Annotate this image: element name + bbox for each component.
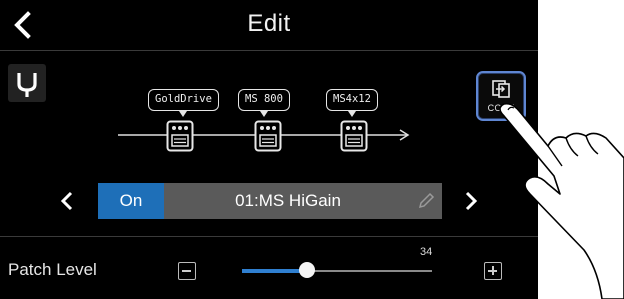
patch-selector[interactable]: On 01:MS HiGain (98, 183, 442, 219)
next-patch-icon[interactable] (460, 186, 482, 216)
pointing-hand-icon (499, 102, 624, 299)
effect-label-2: MS 800 (238, 89, 290, 117)
decrease-level-button[interactable] (178, 262, 196, 280)
effect-pedal-icon-2[interactable] (254, 120, 282, 152)
slider-fill (242, 269, 307, 273)
effect-pedal-icon-3[interactable] (340, 120, 368, 152)
pencil-icon[interactable] (416, 191, 436, 211)
page-title: Edit (247, 10, 291, 37)
patch-level-value: 34 (420, 246, 433, 258)
patch-level-slider[interactable] (242, 262, 432, 280)
effect-label-1: GoldDrive (148, 89, 219, 117)
header-divider (0, 50, 538, 51)
effect-label-3: MS4x12 (326, 89, 378, 117)
slider-thumb[interactable] (299, 262, 315, 278)
patch-level-label: Patch Level (8, 260, 97, 279)
patch-name[interactable]: 01:MS HiGain (164, 183, 412, 219)
tuner-icon[interactable] (8, 64, 46, 102)
section-divider (0, 236, 538, 237)
device-screen: Edit GoldDrive MS 800 MS4x12 On 01:MS Hi… (0, 0, 538, 299)
effect-chain: GoldDrive MS 800 MS4x12 (118, 80, 418, 170)
patch-on-button[interactable]: On (98, 183, 164, 219)
effect-pedal-icon-1[interactable] (166, 120, 194, 152)
previous-patch-icon[interactable] (56, 186, 78, 216)
